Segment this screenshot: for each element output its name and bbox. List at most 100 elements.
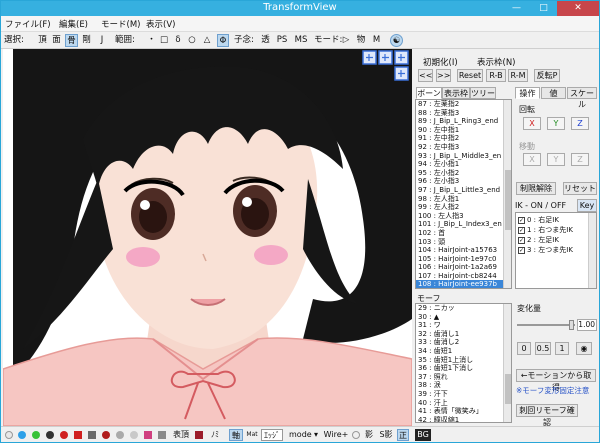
flip-button[interactable]: 反転P	[534, 69, 560, 82]
prev-button[interactable]: <<	[418, 69, 433, 82]
ik-list-item[interactable]: ✓ 1 : 右つま先IK	[516, 225, 596, 235]
change-slider-thumb[interactable]	[569, 320, 574, 330]
menu-file[interactable]: ファイル(F)	[5, 18, 51, 30]
bone-list-item[interactable]: 99 : 左人指2	[416, 203, 511, 212]
status-dot-8[interactable]	[130, 431, 138, 439]
tab-operation[interactable]: 操作	[515, 87, 540, 99]
ik-list-item[interactable]: ✓ 0 : 右足IK	[516, 215, 596, 225]
status-pattern-icon[interactable]	[144, 431, 152, 439]
bone-list-item[interactable]: 87 : 左薬指2	[416, 100, 511, 109]
minimize-button[interactable]: —	[503, 1, 530, 16]
menu-mode[interactable]: モード(M)	[101, 18, 140, 30]
globe-icon[interactable]: ☯	[390, 34, 403, 47]
morph-list-item[interactable]: 32 : 歯消し1	[416, 330, 511, 339]
edge-toggle[interactable]: ｴｯｼﾞ	[261, 429, 283, 441]
morph-confirm-button[interactable]: 刺回リモーフ確認	[516, 404, 578, 427]
checkbox[interactable]: ✓	[518, 216, 525, 224]
bone-list-item[interactable]: 88 : 左薬指3	[416, 109, 511, 118]
bone-list-item[interactable]: 101 : J_Bip_L_Index3_en	[416, 220, 511, 229]
range-phi-button[interactable]: Φ	[217, 34, 229, 47]
status-dot-3[interactable]	[32, 431, 40, 439]
set-05-button[interactable]: 0.5	[535, 342, 551, 355]
maximize-button[interactable]: □	[530, 1, 557, 16]
bone-list-item[interactable]: 108 : HairJoint-ee937b	[416, 280, 511, 288]
bone-list-item[interactable]: 107 : HairJoint-cb8244	[416, 272, 511, 281]
ms-button[interactable]: MS	[293, 34, 309, 47]
shadow-toggle[interactable]: 影	[364, 429, 374, 441]
tab-value[interactable]: 値	[541, 87, 566, 99]
checkbox[interactable]: ✓	[518, 226, 525, 234]
tab-display-frame[interactable]: 表示枠	[442, 87, 470, 99]
status-dot-4[interactable]	[46, 431, 54, 439]
morph-list-scrollbar[interactable]	[503, 304, 511, 422]
transparent-button[interactable]: 透	[260, 34, 271, 47]
set-0-button[interactable]: 0	[517, 342, 531, 355]
move-z-button[interactable]: Z	[571, 153, 589, 166]
bone-list-item[interactable]: 89 : J_Bip_L_Ring3_end	[416, 117, 511, 126]
bone-list-item[interactable]: 91 : 左中指2	[416, 134, 511, 143]
select-bone-button[interactable]: 骨	[65, 34, 78, 47]
ik-lock-button[interactable]: 制限解除	[516, 182, 556, 195]
close-button[interactable]: ✕	[557, 1, 599, 16]
key-button[interactable]: Key	[577, 199, 597, 212]
bone-list-item[interactable]: 90 : 左中指1	[416, 126, 511, 135]
morph-list-item[interactable]: 41 : 表情「微笑み」	[416, 407, 511, 416]
bone-list-item[interactable]: 105 : HairJoint-1e97c0	[416, 255, 511, 264]
ps-button[interactable]: PS	[275, 34, 289, 47]
morph-list[interactable]: 29 : ニカッ 30 : ▲ 31 : ワ 32 : 歯消し1 33 : 歯消し2 34…	[415, 303, 512, 423]
range-rect-button[interactable]: □	[159, 34, 169, 47]
mode-toggle[interactable]: mode	[289, 429, 312, 441]
morph-list-item[interactable]: 38 : 涙	[416, 381, 511, 390]
morph-list-item[interactable]: 35 : 歯短1上消し	[416, 356, 511, 365]
change-slider[interactable]	[517, 324, 575, 326]
ik-list[interactable]: ✓ 0 : 右足IK ✓ 1 : 右つま先IK ✓ 2 : 左足IK ✓ 3 : 左つま先IK	[515, 212, 597, 289]
reset-button[interactable]: Reset	[457, 69, 483, 82]
morph-list-item[interactable]: 42 : 瞳収縮1	[416, 416, 511, 422]
mode-physics-button[interactable]: 物	[355, 34, 367, 47]
bone-list-item[interactable]: 97 : J_Bip_L_Little3_end	[416, 186, 511, 195]
select-joint-button[interactable]: J	[97, 34, 107, 47]
bone-list-scrollbar[interactable]	[503, 100, 511, 288]
3d-viewport[interactable]	[3, 49, 412, 426]
bone-list-item[interactable]: 100 : 左人指3	[416, 212, 511, 221]
ik-list-scrollbar[interactable]	[588, 213, 596, 288]
change-value-field[interactable]: 1.00	[577, 319, 597, 331]
tab-scale[interactable]: スケール	[567, 87, 597, 109]
morph-list-item[interactable]: 33 : 歯消し2	[416, 338, 511, 347]
self-shadow-toggle[interactable]: S影	[379, 429, 393, 441]
sphere-icon[interactable]	[352, 431, 360, 439]
rb-button[interactable]: R-B	[486, 69, 506, 82]
rotate-z-button[interactable]: Z	[571, 117, 589, 130]
checkbox[interactable]: ✓	[518, 246, 525, 254]
status-dot-1[interactable]	[5, 431, 13, 439]
status-square-icon[interactable]	[88, 431, 96, 439]
mode-dropdown-icon[interactable]: ▾	[313, 429, 319, 441]
wire-toggle[interactable]: Wire+	[323, 429, 349, 441]
mode-play-button[interactable]: ▷	[341, 34, 351, 47]
bone-list-item[interactable]: 92 : 左中指3	[416, 143, 511, 152]
display-frame-menu[interactable]: 表示枠(N)	[477, 56, 516, 68]
bone-list-item[interactable]: 95 : 左小指2	[416, 169, 511, 178]
rotate-y-button[interactable]: Y	[547, 117, 565, 130]
bone-list-item[interactable]: 102 : 首	[416, 229, 511, 238]
tab-bone[interactable]: ボーン	[416, 87, 442, 99]
normal-toggle[interactable]: ﾉﾐ	[207, 429, 223, 441]
bg-toggle[interactable]: BG	[415, 429, 431, 441]
morph-list-item[interactable]: 39 : 汗下	[416, 390, 511, 399]
bone-list[interactable]: 87 : 左薬指2 88 : 左薬指3 89 : J_Bip_L_Ring3_end…	[415, 99, 512, 289]
next-button[interactable]: >>	[436, 69, 451, 82]
morph-list-item[interactable]: 29 : ニカッ	[416, 304, 511, 313]
morph-list-item[interactable]: 31 : ワ	[416, 321, 511, 330]
menu-edit[interactable]: 編集(E)	[59, 18, 88, 30]
color-square-icon[interactable]	[195, 431, 203, 439]
morph-list-item[interactable]: 36 : 歯短1下消し	[416, 364, 511, 373]
select-vertex-button[interactable]: 頂	[37, 34, 48, 47]
morph-list-item[interactable]: 37 : 照れ	[416, 373, 511, 382]
from-motion-button[interactable]: ←モーションから取得	[516, 369, 596, 392]
bone-list-item[interactable]: 96 : 左小指3	[416, 177, 511, 186]
bone-list-item[interactable]: 93 : J_Bip_L_Middle3_en	[416, 152, 511, 161]
range-circle-button[interactable]: ○	[187, 34, 197, 47]
select-face-button[interactable]: 面	[51, 34, 62, 47]
init-menu[interactable]: 初期化(I)	[423, 56, 458, 68]
morph-list-item[interactable]: 30 : ▲	[416, 313, 511, 322]
